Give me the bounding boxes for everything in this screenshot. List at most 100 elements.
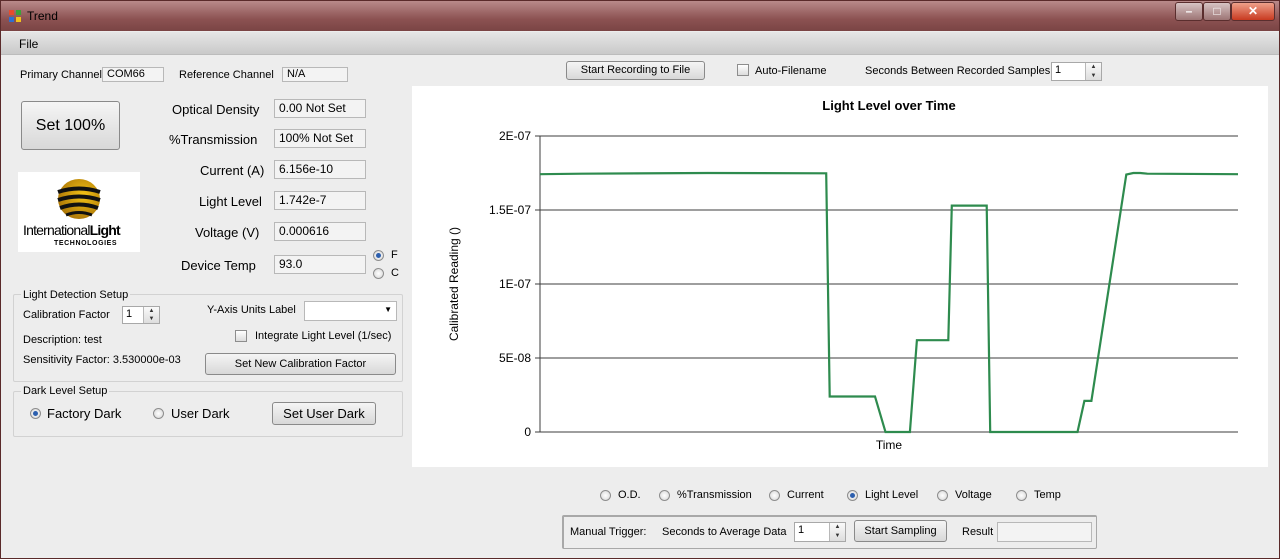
menu-file[interactable]: File [19, 37, 38, 51]
seconds-between-value: 1 [1055, 64, 1062, 76]
device-temp-field: 93.0 [274, 255, 366, 274]
plot-radio-1[interactable] [659, 490, 670, 501]
spin-down-icon[interactable]: ▼ [830, 532, 845, 541]
spin-up-icon[interactable]: ▲ [144, 307, 159, 315]
yaxis-units-label: Y-Axis Units Label [207, 304, 296, 316]
logo-wordmark: InternationalLight [23, 222, 121, 238]
temp-c-radio[interactable] [373, 268, 384, 279]
spinner-arrows: ▲ ▼ [1085, 63, 1101, 80]
minimize-button[interactable]: – [1175, 2, 1203, 21]
plot-radio-label-3: Light Level [865, 489, 919, 501]
user-dark-radio[interactable] [153, 408, 164, 419]
set-user-dark-button[interactable]: Set User Dark [272, 402, 376, 425]
spin-down-icon[interactable]: ▼ [144, 315, 159, 323]
start-sampling-button[interactable]: Start Sampling [854, 520, 947, 542]
close-button[interactable]: ✕ [1231, 2, 1275, 21]
current-field: 6.156e-10 [274, 160, 366, 179]
transmission-label: %Transmission [169, 132, 258, 147]
optical-density-label: Optical Density [172, 102, 260, 117]
spin-up-icon[interactable]: ▲ [830, 523, 845, 532]
plot-radio-label-1: %Transmission [677, 489, 752, 501]
y-tick-label: 5E-08 [499, 351, 531, 365]
reference-channel-field: N/A [282, 67, 348, 82]
temp-c-label: C [391, 267, 399, 279]
y-tick-label: 2E-07 [499, 129, 531, 143]
minimize-icon: – [1185, 4, 1193, 18]
logo-sphere-icon [57, 179, 101, 219]
plot-radio-label-5: Temp [1034, 489, 1061, 501]
start-recording-button[interactable]: Start Recording to File [566, 61, 705, 80]
y-tick-label: 1E-07 [499, 277, 531, 291]
y-tick-label: 1.5E-07 [489, 203, 531, 217]
set-calibration-button[interactable]: Set New Calibration Factor [205, 353, 396, 375]
set-100-button[interactable]: Set 100% [21, 101, 120, 150]
trend-window: Trend – □ ✕ File Primary Channel COM66 R… [0, 0, 1280, 559]
seconds-average-label: Seconds to Average Data [662, 526, 787, 538]
light-level-field: 1.742e-7 [274, 191, 366, 210]
window-title: Trend [27, 9, 58, 23]
current-label: Current (A) [200, 163, 265, 178]
integrate-label: Integrate Light Level (1/sec) [255, 330, 392, 342]
device-temp-label: Device Temp [181, 258, 256, 273]
calibration-factor-label: Calibration Factor [23, 309, 110, 321]
plot-radio-3[interactable] [847, 490, 858, 501]
seconds-between-spinner[interactable]: 1 ▲ ▼ [1051, 62, 1102, 81]
x-axis-label: Time [876, 438, 903, 452]
title-bar: Trend – □ ✕ [1, 1, 1279, 31]
close-icon: ✕ [1247, 4, 1259, 18]
auto-filename-checkbox[interactable] [737, 64, 749, 76]
user-dark-label: User Dark [171, 406, 230, 421]
factory-dark-radio[interactable] [30, 408, 41, 419]
description-text: Description: test [23, 334, 102, 346]
spinner-arrows: ▲ ▼ [829, 523, 845, 541]
logo-word-light: Light [89, 222, 121, 238]
dark-level-title: Dark Level Setup [21, 385, 110, 397]
voltage-field: 0.000616 [274, 222, 366, 241]
spin-down-icon[interactable]: ▼ [1086, 72, 1101, 81]
manual-trigger-label: Manual Trigger: [570, 526, 647, 538]
result-field [997, 522, 1092, 542]
primary-channel-field: COM66 [102, 67, 164, 82]
temp-f-radio[interactable] [373, 250, 384, 261]
maximize-button[interactable]: □ [1203, 2, 1231, 21]
menu-bar: File [1, 32, 1279, 55]
sensitivity-text: Sensitivity Factor: 3.530000e-03 [23, 354, 181, 366]
y-axis-label: Calibrated Reading () [447, 227, 461, 341]
plot-radio-label-2: Current [787, 489, 824, 501]
calibration-factor-value: 1 [126, 308, 133, 320]
plot-radio-0[interactable] [600, 490, 611, 501]
logo-word-international: International [23, 222, 90, 238]
integrate-checkbox[interactable] [235, 330, 247, 342]
factory-dark-label: Factory Dark [47, 406, 122, 421]
seconds-average-spinner[interactable]: 1 ▲ ▼ [794, 522, 846, 542]
spin-up-icon[interactable]: ▲ [1086, 63, 1101, 72]
company-logo: InternationalLight TECHNOLOGIES [18, 172, 140, 252]
light-detection-title: Light Detection Setup [21, 289, 131, 301]
series-line-light-level [539, 171, 1239, 434]
voltage-label: Voltage (V) [195, 225, 260, 240]
chevron-down-icon: ▼ [384, 305, 392, 314]
yaxis-units-dropdown[interactable]: ▼ [304, 301, 397, 321]
spinner-arrows: ▲ ▼ [143, 307, 159, 323]
transmission-field: 100% Not Set [274, 129, 366, 148]
calibration-factor-spinner[interactable]: 1 ▲ ▼ [122, 306, 160, 324]
light-level-label: Light Level [199, 194, 262, 209]
logo-tagline: TECHNOLOGIES [54, 240, 118, 247]
reference-channel-label: Reference Channel [179, 69, 274, 81]
plot-radio-2[interactable] [769, 490, 780, 501]
optical-density-field: 0.00 Not Set [274, 99, 366, 118]
light-level-chart: Light Level over Time 0 5E-08 1E-07 1.5E-07 2… [447, 98, 1239, 452]
plot-radio-5[interactable] [1016, 490, 1027, 501]
primary-channel-label: Primary Channel [20, 69, 102, 81]
result-label: Result [962, 526, 994, 538]
chart-panel: Light Level over Time 0 5E-08 1E-07 1.5E-07 2… [412, 86, 1268, 467]
y-tick-label: 0 [524, 425, 531, 439]
temp-f-label: F [391, 249, 398, 261]
plot-radio-label-0: O.D. [618, 489, 641, 501]
maximize-icon: □ [1213, 4, 1221, 18]
seconds-between-label: Seconds Between Recorded Samples [865, 65, 1051, 77]
chart-title: Light Level over Time [822, 98, 955, 113]
seconds-average-value: 1 [798, 524, 805, 536]
plot-radio-4[interactable] [937, 490, 948, 501]
plot-radio-label-4: Voltage [955, 489, 992, 501]
